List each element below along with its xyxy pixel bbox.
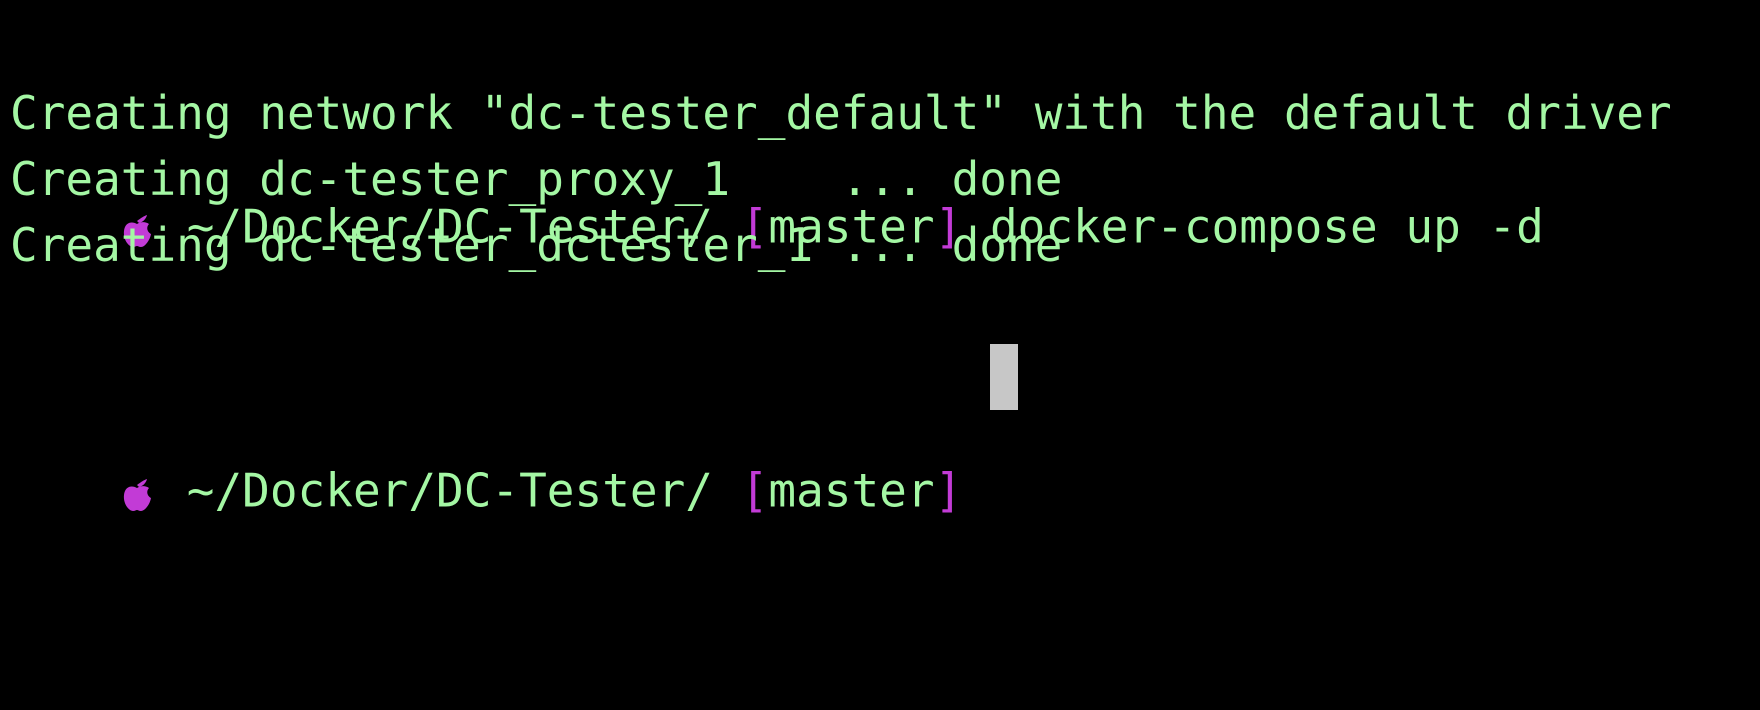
prompt-path: ~/Docker/DC-Tester/: [186, 463, 713, 518]
apple-icon: [121, 344, 153, 644]
terminal-window[interactable]: ~/Docker/DC-Tester/ [master] docker-comp…: [0, 0, 1760, 518]
command-text: docker-compose up -d: [989, 199, 1544, 254]
prompt-bracket-close: ]: [934, 463, 963, 518]
output-line: Creating network "dc-tester_default" wit…: [10, 86, 1672, 140]
prompt-line[interactable]: ~/Docker/DC-Tester/ [master]: [10, 278, 1760, 518]
prompt-branch: master: [768, 463, 935, 518]
prompt-bracket-open: [: [740, 463, 769, 518]
text-cursor[interactable]: [989, 344, 1018, 410]
command-line: ~/Docker/DC-Tester/ [master] docker-comp…: [10, 14, 1760, 254]
